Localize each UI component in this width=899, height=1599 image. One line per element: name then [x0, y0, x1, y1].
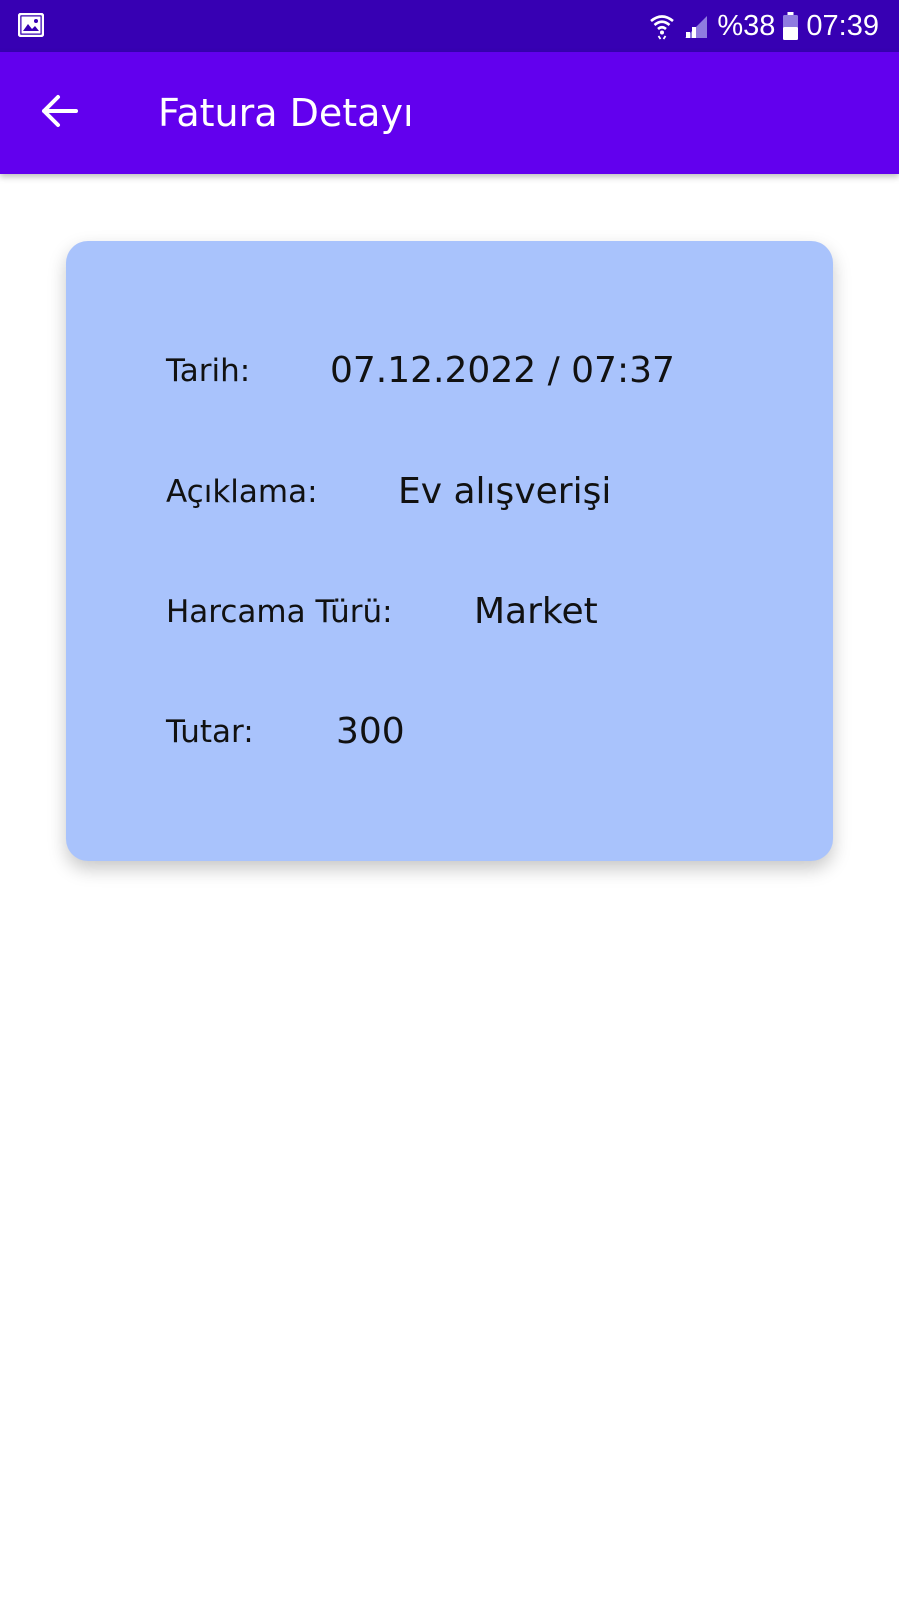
status-icons: %38 07:39: [649, 0, 879, 52]
expense-type-label: Harcama Türü:: [166, 594, 393, 630]
wifi-icon: [649, 12, 675, 40]
description-value: Ev alışverişi: [398, 471, 612, 512]
arrow-back-icon: [40, 94, 78, 132]
battery-icon: [783, 12, 799, 40]
back-button[interactable]: [28, 82, 90, 144]
amount-label: Tutar:: [166, 714, 254, 750]
detail-row-amount: Tutar: 300: [66, 702, 833, 762]
description-label: Açıklama:: [166, 474, 318, 510]
date-value: 07.12.2022 / 07:37: [330, 350, 675, 391]
page-title: Fatura Detayı: [158, 91, 414, 135]
status-bar: %38 07:39: [0, 0, 899, 52]
image-notification-icon: [17, 12, 45, 38]
amount-value: 300: [336, 711, 405, 752]
signal-icon: [683, 13, 709, 39]
detail-row-expense-type: Harcama Türü: Market: [66, 582, 833, 642]
detail-row-date: Tarih: 07.12.2022 / 07:37: [66, 341, 833, 401]
expense-type-value: Market: [474, 591, 598, 632]
date-label: Tarih:: [166, 353, 251, 389]
invoice-detail-card: Tarih: 07.12.2022 / 07:37 Açıklama: Ev a…: [66, 241, 833, 861]
battery-percent: %38: [717, 9, 776, 42]
detail-row-description: Açıklama: Ev alışverişi: [66, 462, 833, 522]
app-bar: Fatura Detayı: [0, 52, 899, 174]
status-time: 07:39: [806, 9, 879, 42]
